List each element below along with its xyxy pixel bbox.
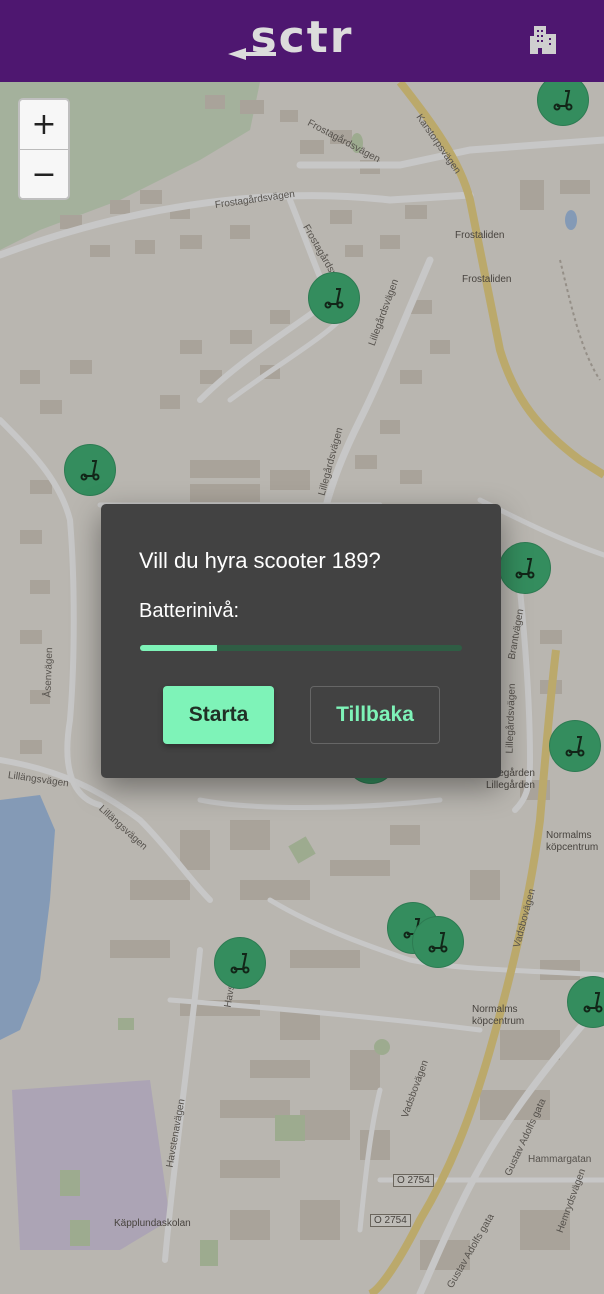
dialog-title: Vill du hyra scooter 189? [139,548,381,573]
zoom-out-button[interactable]: − [20,150,68,198]
zoom-control: + − [18,98,70,200]
start-button[interactable]: Starta [163,686,274,744]
back-button[interactable]: Tillbaka [310,686,440,744]
zoom-in-button[interactable]: + [20,100,68,150]
rent-dialog: Vill du hyra scooter 189? Batterinivå: S… [101,504,501,778]
app-header: sctr [0,0,604,82]
battery-label: Batterinivå: [139,600,240,622]
battery-bar [140,645,462,651]
sctr-logo: sctr [228,16,352,63]
battery-bar-fill [140,645,218,651]
building-icon[interactable] [524,20,562,58]
